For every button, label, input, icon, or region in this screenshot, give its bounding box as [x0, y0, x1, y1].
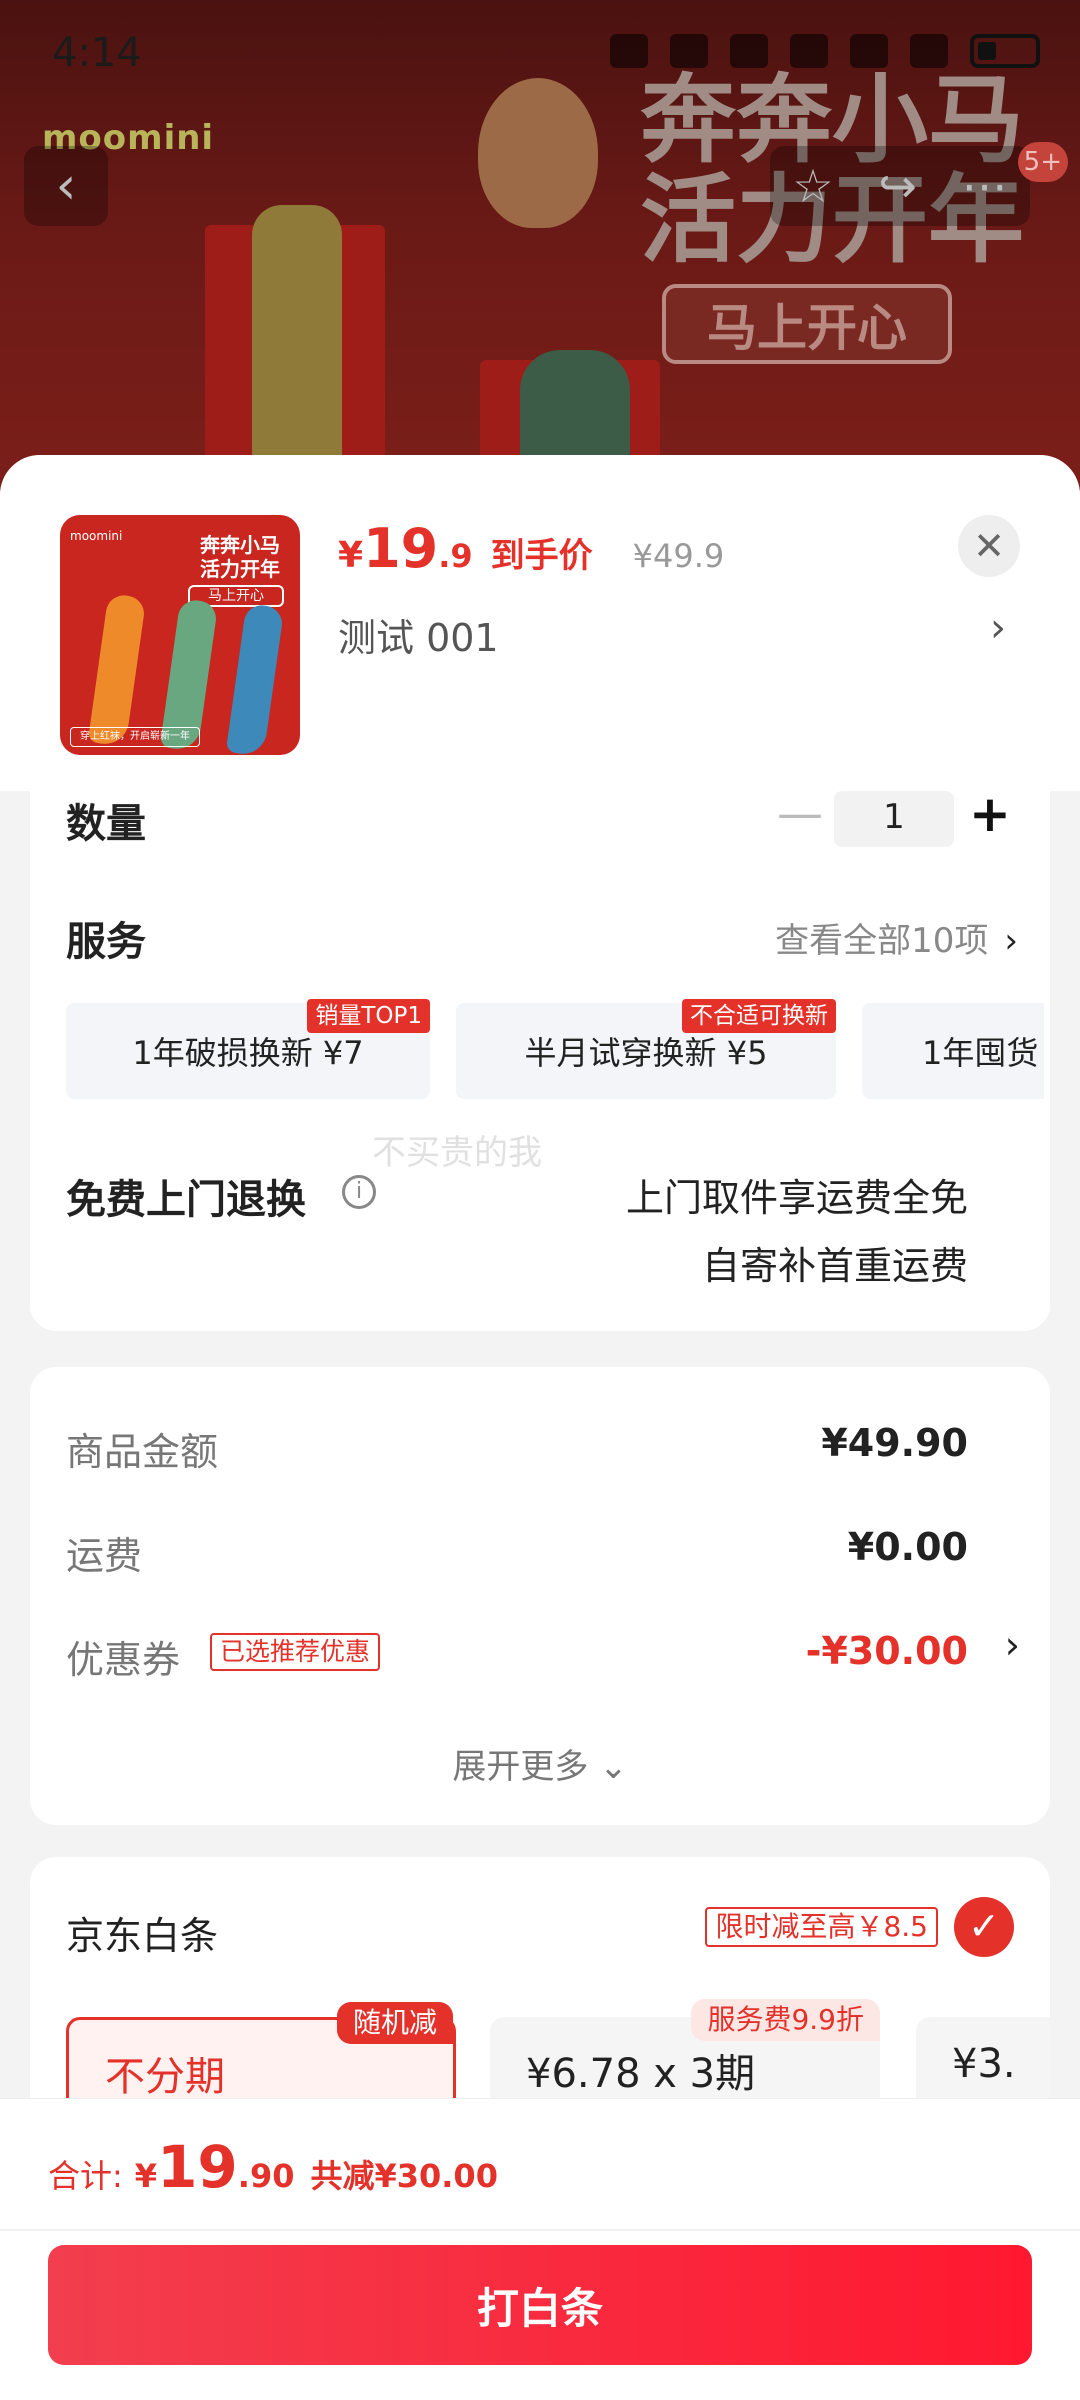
service-option[interactable]: 半月试穿换新 ¥5 不合适可换新: [456, 999, 836, 1099]
wifi-icon: [790, 34, 828, 68]
baitiao-promo-tag: 限时减至高￥8.5: [705, 1907, 938, 1947]
services-view-all-text: 查看全部10项: [775, 921, 989, 961]
total-saving: 共减¥30.00: [310, 2157, 498, 2195]
installment-option-text: ¥3.: [952, 2041, 1016, 2087]
options-card: 数量 — 1 + 服务 查看全部10项 › 1年破损换新 ¥7 销量TOP1 半月…: [30, 787, 1050, 1331]
total-summary: 合计: ¥ 19 .90 共减¥30.00: [48, 2133, 498, 2201]
thumb-title-line1: 奔奔小马: [200, 533, 280, 557]
share-icon[interactable]: ↪: [878, 159, 917, 213]
signal-4g-icon-2: [910, 34, 948, 68]
top-action-group: ☆ ↪ ⋯: [770, 146, 1030, 226]
coupon-value[interactable]: -¥30.00: [806, 1629, 968, 1673]
chevron-right-icon[interactable]: ›: [990, 605, 1006, 651]
more-icon[interactable]: ⋯: [962, 159, 1008, 213]
price-row: ¥ 19 .9 到手价 ¥49.9: [338, 517, 724, 580]
info-icon[interactable]: i: [342, 1175, 376, 1209]
service-option[interactable]: 1年囤货: [862, 1003, 1044, 1099]
back-icon: ‹: [55, 156, 77, 216]
total-label: 合计:: [48, 2157, 123, 2195]
goods-amount-value: ¥49.90: [821, 1421, 968, 1465]
service-tag: 销量TOP1: [307, 999, 430, 1033]
thumb-title-line2: 活力开年: [200, 557, 280, 581]
service-option[interactable]: 1年破损换新 ¥7 销量TOP1: [66, 999, 430, 1099]
sock-blue-image: [225, 603, 285, 755]
thumb-title: 奔奔小马 活力开年: [200, 533, 290, 581]
banner-ribbon: 马上开心: [662, 284, 952, 364]
shipping-value: ¥0.00: [847, 1525, 968, 1569]
status-time: 4:14: [52, 30, 142, 76]
checkout-bar: 合计: ¥ 19 .90 共减¥30.00 打白条: [0, 2098, 1080, 2400]
back-button[interactable]: ‹: [24, 146, 108, 226]
installment-tag: 随机减: [336, 2002, 453, 2044]
location-icon: [730, 34, 768, 68]
price-summary-card: 商品金额 ¥49.90 运费 ¥0.00 优惠券 已选推荐优惠 -¥30.00 …: [30, 1367, 1050, 1825]
shipping-label: 运费: [66, 1534, 143, 1578]
alarm-icon: [670, 34, 708, 68]
price-symbol: ¥: [338, 535, 364, 576]
installment-tag: 服务费9.9折: [691, 1999, 880, 2041]
sheet-header: moomini 奔奔小马 活力开年 马上开心 穿上红袜，开启崭新一年 ¥ 19 …: [0, 455, 1080, 791]
thumb-brand: moomini: [70, 529, 123, 543]
pay-with-baitiao-button[interactable]: 打白条: [48, 2245, 1032, 2365]
services-scroller[interactable]: 1年破损换新 ¥7 销量TOP1 半月试穿换新 ¥5 不合适可换新 1年囤货: [66, 999, 1044, 1099]
product-thumbnail[interactable]: moomini 奔奔小马 活力开年 马上开心 穿上红袜，开启崭新一年: [60, 515, 300, 755]
star-icon[interactable]: ☆: [792, 159, 833, 213]
service-option-text: 半月试穿换新 ¥5: [524, 1034, 768, 1072]
service-tag: 不合适可换新: [682, 999, 836, 1033]
total-decimal: .90: [237, 2157, 295, 2195]
check-icon[interactable]: ✓: [954, 1897, 1014, 1957]
installment-option-text: ¥6.78 x 3期: [526, 2051, 756, 2097]
sock-giraffe-image: [87, 593, 147, 747]
free-return-label: 免费上门退换: [66, 1177, 306, 1223]
coupon-selected-tag: 已选推荐优惠: [210, 1633, 381, 1671]
services-label: 服务: [66, 919, 146, 965]
signal-4g-icon: [850, 34, 888, 68]
return-info-line2: 自寄补首重运费: [701, 1244, 968, 1288]
original-price: ¥49.9: [632, 537, 725, 575]
quantity-input[interactable]: 1: [834, 791, 954, 847]
battery-icon: [970, 34, 1040, 68]
return-info-line1: 上门取件享运费全免: [625, 1176, 968, 1220]
price-integer: 19: [363, 517, 439, 580]
chevron-right-icon[interactable]: ›: [1005, 1623, 1020, 1667]
service-option-text: 1年囤货: [922, 1034, 1039, 1072]
price-decimal: .9: [438, 537, 473, 575]
thumb-footer: 穿上红袜，开启崭新一年: [70, 727, 200, 747]
goods-amount-label: 商品金额: [66, 1430, 219, 1474]
quantity-plus-button[interactable]: +: [960, 787, 1020, 843]
notification-badge: 5+: [1017, 142, 1068, 182]
baitiao-label: 京东白条: [66, 1914, 219, 1958]
total-integer: 19: [157, 2133, 238, 2201]
expand-more-link[interactable]: 展开更多 ⌄: [30, 1739, 1050, 1788]
coupon-label: 优惠券: [66, 1638, 181, 1682]
status-bar: 4:14: [0, 0, 1080, 110]
status-icons: [610, 34, 1040, 68]
selected-spec[interactable]: 测试 001: [338, 607, 499, 662]
quantity-label: 数量: [66, 801, 146, 847]
watermark-text: 不买贵的我: [372, 1133, 542, 1173]
close-button[interactable]: ✕: [958, 515, 1020, 577]
eye-icon: [610, 34, 648, 68]
installment-option-text: 不分期: [105, 2054, 225, 2100]
close-icon: ✕: [973, 524, 1005, 568]
divider: [0, 2229, 1080, 2231]
quantity-minus-button[interactable]: —: [770, 790, 830, 839]
services-view-all[interactable]: 查看全部10项 ›: [775, 913, 1018, 962]
price-label: 到手价: [490, 536, 593, 576]
total-symbol: ¥: [134, 2157, 158, 2195]
service-option-text: 1年破损换新 ¥7: [132, 1034, 364, 1072]
chevron-right-icon: ›: [1004, 921, 1018, 961]
